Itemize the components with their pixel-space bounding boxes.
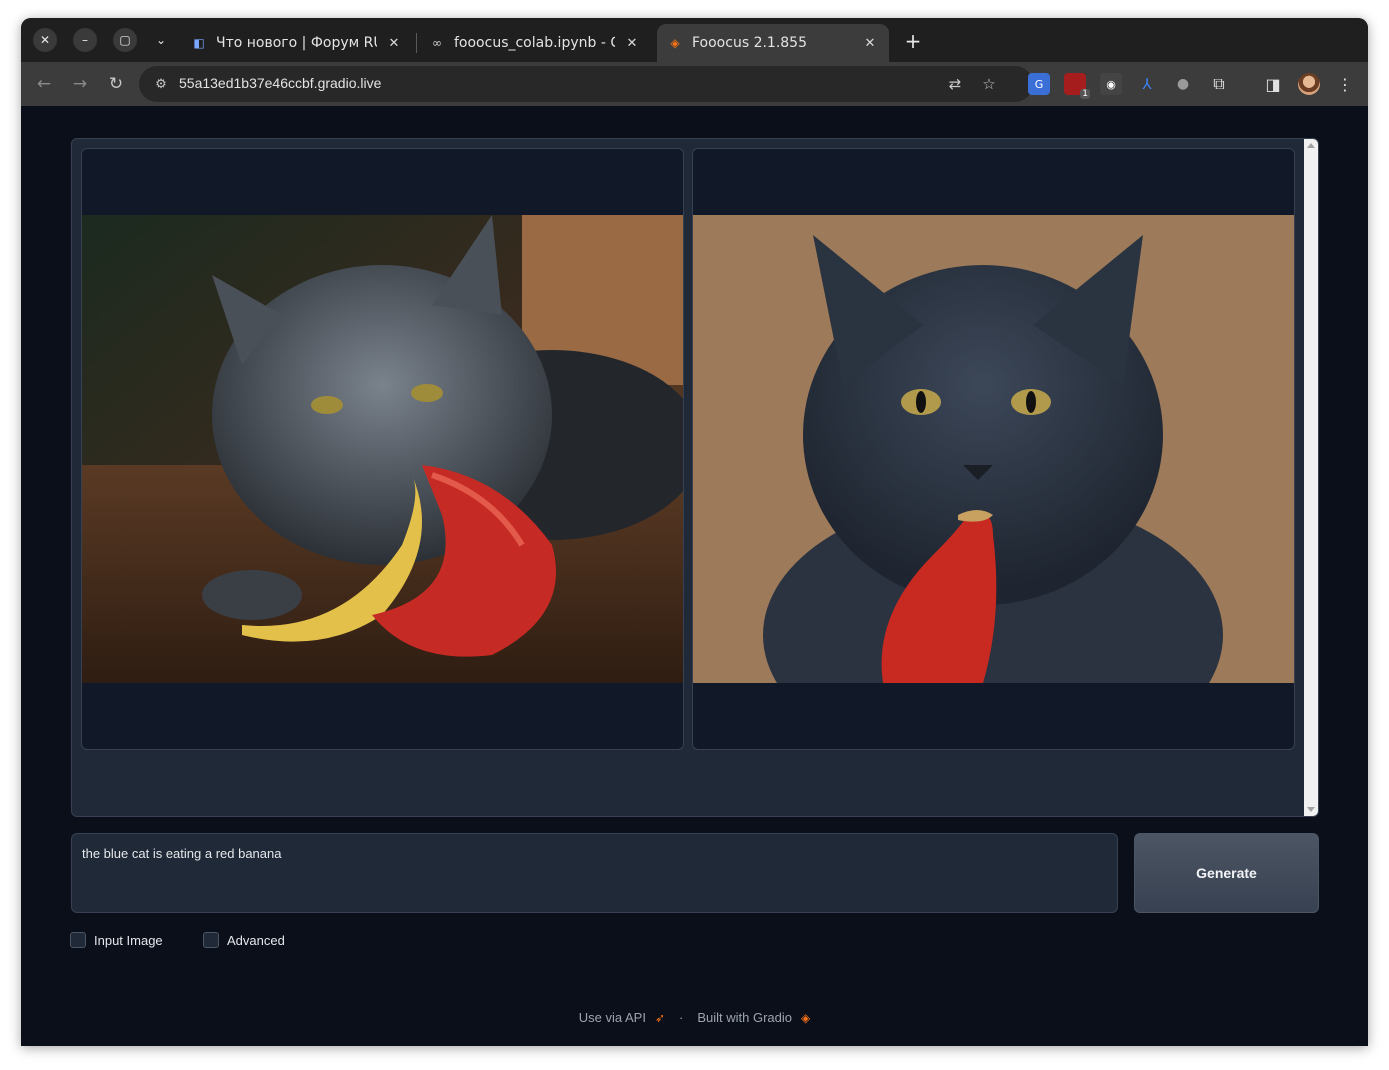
profile-avatar[interactable] bbox=[1298, 73, 1320, 95]
cat-banana-image-1 bbox=[82, 215, 683, 683]
scroll-up-icon[interactable] bbox=[1307, 143, 1315, 148]
checkbox-label: Advanced bbox=[227, 932, 285, 948]
gradio-icon: ◈ bbox=[670, 36, 680, 50]
tab-title: fooocus_colab.ipynb - Co bbox=[454, 35, 615, 51]
close-tab-icon[interactable]: ✕ bbox=[623, 36, 641, 51]
minimize-window-button[interactable]: – bbox=[73, 28, 97, 52]
built-with-gradio-link[interactable]: Built with Gradio bbox=[697, 1010, 792, 1025]
forward-icon[interactable]: → bbox=[68, 72, 92, 96]
page-content: the blue cat is eating a red banana Gene… bbox=[21, 106, 1368, 1046]
close-window-button[interactable]: ✕ bbox=[33, 28, 57, 52]
gallery-item[interactable] bbox=[692, 148, 1295, 750]
footer: Use via API ➶ · Built with Gradio ◈ bbox=[21, 1010, 1368, 1025]
bookmark-star-icon[interactable]: ☆ bbox=[979, 74, 999, 94]
menu-kebab-icon[interactable]: ⋮ bbox=[1334, 73, 1356, 95]
gallery-scrollbar[interactable] bbox=[1304, 139, 1318, 816]
advanced-checkbox[interactable]: Advanced bbox=[203, 932, 285, 948]
input-image-checkbox[interactable]: Input Image bbox=[70, 932, 163, 948]
url-text: 55a13ed1b37e46ccbf.gradio.live bbox=[179, 75, 382, 91]
reload-icon[interactable]: ↻ bbox=[104, 72, 128, 96]
address-bar[interactable]: ⚙ 55a13ed1b37e46ccbf.gradio.live ⇄ ☆ bbox=[139, 66, 1033, 102]
google-translate-extension-icon[interactable]: G bbox=[1028, 73, 1050, 95]
tab-colab[interactable]: ∞ fooocus_colab.ipynb - Co ✕ bbox=[419, 24, 651, 62]
new-tab-button[interactable]: + bbox=[901, 29, 925, 53]
footer-separator: · bbox=[679, 1010, 684, 1025]
prompt-input[interactable]: the blue cat is eating a red banana bbox=[71, 833, 1118, 913]
rocket-icon: ➶ bbox=[654, 1010, 666, 1025]
checkbox-box[interactable] bbox=[203, 932, 219, 948]
extension-badge: 1 bbox=[1080, 89, 1090, 99]
colab-icon: ∞ bbox=[432, 36, 442, 50]
generate-button[interactable]: Generate bbox=[1134, 833, 1319, 913]
tab-forum[interactable]: ◧ Что нового | Форум RUD ✕ bbox=[181, 24, 413, 62]
tab-title: Fooocus 2.1.855 bbox=[692, 35, 808, 51]
translate-icon[interactable]: ⇄ bbox=[945, 74, 965, 94]
tab-search-button[interactable]: ⌄ bbox=[149, 28, 173, 52]
checkbox-label: Input Image bbox=[94, 932, 163, 948]
image-gallery bbox=[71, 138, 1319, 817]
incognito-extension-icon[interactable]: ◉ bbox=[1100, 73, 1122, 95]
checkbox-box[interactable] bbox=[70, 932, 86, 948]
extensions-puzzle-icon[interactable]: ⧉ bbox=[1208, 73, 1230, 95]
close-tab-icon[interactable]: ✕ bbox=[385, 36, 403, 51]
tab-strip: ✕ – ▢ ⌄ ◧ Что нового | Форум RUD ✕ ∞ foo… bbox=[21, 18, 1368, 62]
back-icon[interactable]: ← bbox=[32, 72, 56, 96]
cat-banana-image-2 bbox=[693, 215, 1294, 683]
close-tab-icon[interactable]: ✕ bbox=[861, 36, 879, 51]
gallery-item[interactable] bbox=[81, 148, 684, 750]
tab-title: Что нового | Форум RUD bbox=[216, 35, 377, 51]
ublock-extension-icon[interactable]: 1 bbox=[1064, 73, 1090, 99]
extension-icon[interactable]: ● bbox=[1172, 73, 1194, 95]
prompt-text: the blue cat is eating a red banana bbox=[82, 846, 282, 861]
use-via-api-link[interactable]: Use via API bbox=[579, 1010, 646, 1025]
site-info-icon[interactable]: ⚙ bbox=[151, 74, 171, 94]
maximize-window-button[interactable]: ▢ bbox=[113, 28, 137, 52]
browser-window: ✕ – ▢ ⌄ ◧ Что нового | Форум RUD ✕ ∞ foo… bbox=[21, 18, 1368, 1046]
tab-fooocus[interactable]: ◈ Fooocus 2.1.855 ✕ bbox=[657, 24, 889, 62]
side-panel-icon[interactable]: ◨ bbox=[1262, 73, 1284, 95]
forum-icon: ◧ bbox=[193, 36, 205, 50]
gradio-logo-icon: ◈ bbox=[801, 1010, 811, 1025]
browser-toolbar: ← → ↻ ⚙ 55a13ed1b37e46ccbf.gradio.live ⇄… bbox=[21, 62, 1368, 106]
acrobat-extension-icon[interactable]: ⅄ bbox=[1136, 73, 1158, 95]
scroll-down-icon[interactable] bbox=[1307, 807, 1315, 812]
